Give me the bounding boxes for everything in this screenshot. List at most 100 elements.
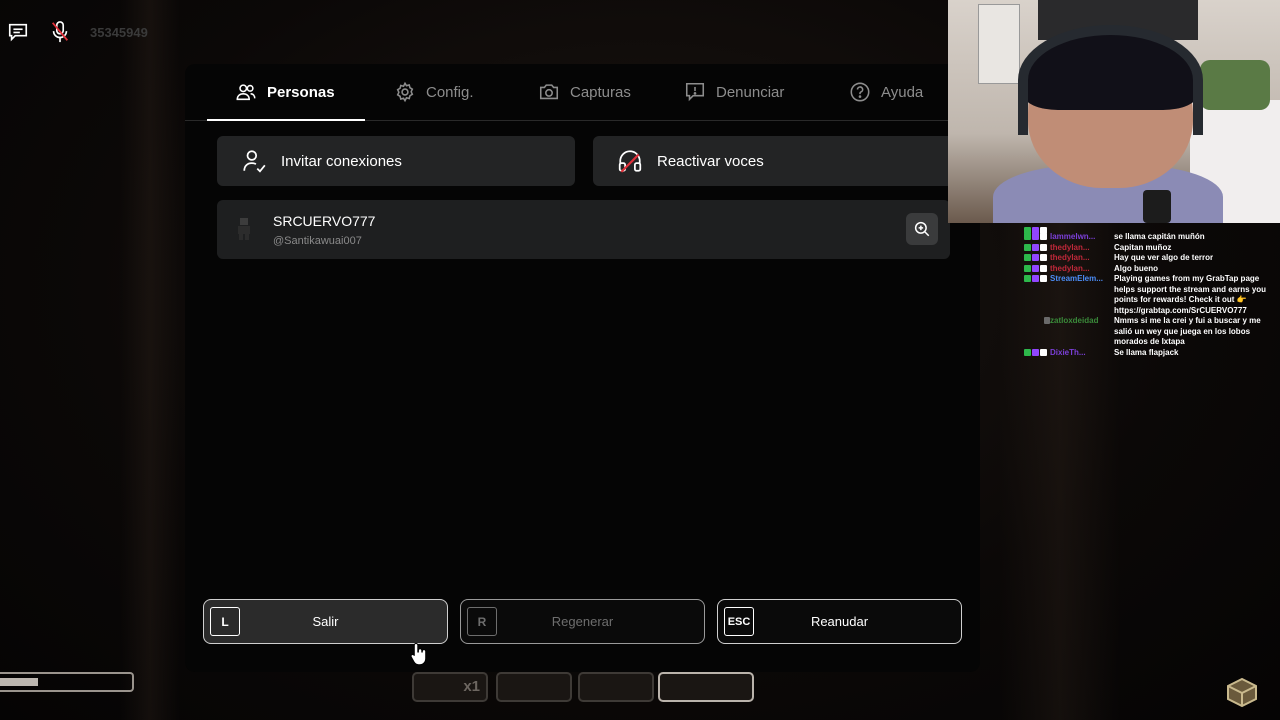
chat-text: se llama capitán muñón: [1114, 232, 1205, 241]
background-stripe: [120, 0, 180, 720]
chat-badge-icon: [1032, 264, 1039, 272]
chat-badge-icon: [1040, 243, 1047, 251]
chat-username: thedylan...: [1050, 263, 1090, 273]
headphones-muted-icon: [617, 148, 643, 174]
mic-muted-icon: [51, 21, 69, 43]
escape-menu: Personas Config. Capturas Denunciar Ayud…: [185, 64, 980, 672]
chat-message: lammelwn... se llama capitán muñón: [1024, 232, 1280, 243]
reset-label: Regenerar: [551, 614, 614, 629]
chat-badge-icon: [1024, 243, 1031, 251]
chat-text: Nmms si me la crei y fui a buscar y me s…: [1114, 316, 1261, 346]
chat-username: lammelwn...: [1050, 232, 1096, 241]
tab-personas[interactable]: Personas: [207, 64, 364, 121]
chat-username: thedylan...: [1050, 242, 1090, 252]
chat-message: thedylan... Capitan muñoz: [1024, 243, 1280, 254]
chat-text: Algo bueno: [1114, 263, 1158, 273]
chat-username: thedylan...: [1050, 253, 1090, 262]
chat-icon: [8, 23, 28, 42]
tab-capturas[interactable]: Capturas: [538, 64, 631, 120]
chat-text: Se llama flapjack: [1114, 347, 1179, 357]
chat-badges: [1024, 232, 1050, 243]
chat-text: Capitan muñoz: [1114, 242, 1172, 252]
chat-badge-icon: [1040, 275, 1047, 282]
chat-badges: [1024, 243, 1050, 254]
cube-icon: [1227, 677, 1257, 708]
tab-label: Denunciar: [716, 83, 785, 101]
hotbar-slot-selected[interactable]: [658, 672, 754, 702]
leave-button[interactable]: L Salir: [203, 599, 448, 644]
chat-badge-icon: [1024, 264, 1031, 272]
person-row[interactable]: SRCUERVO777 @Santikawuai007: [217, 200, 950, 259]
inspect-button[interactable]: [906, 213, 938, 245]
reactivate-voices-label: Reactivar voces: [657, 152, 764, 170]
camera-icon: [539, 84, 559, 100]
chat-button[interactable]: [0, 14, 36, 50]
invite-connections-button[interactable]: Invitar conexiones: [217, 136, 575, 186]
add-person-icon: [241, 148, 267, 174]
tab-label: Config.: [426, 83, 474, 101]
mic-button[interactable]: [42, 14, 78, 50]
player-id-label: 35345949: [90, 24, 148, 40]
chat-message: DixieTh... Se llama flapjack: [1024, 348, 1280, 359]
menu-tabs: Personas Config. Capturas Denunciar Ayud…: [185, 64, 980, 121]
health-bar: [0, 672, 134, 692]
chat-badge-icon: [1040, 348, 1047, 356]
chat-username: zatloxdeidad: [1050, 316, 1099, 325]
chat-text: Hay que ver algo de terror: [1114, 253, 1214, 262]
key-hint: R: [467, 607, 497, 636]
tab-label: Ayuda: [881, 83, 924, 101]
report-icon: [685, 82, 705, 102]
chat-badges: [1024, 316, 1050, 348]
chat-badge-icon: [1040, 264, 1047, 272]
person-username: @Santikawuai007: [273, 235, 362, 247]
chat-badge-icon: [1032, 348, 1039, 356]
chat-badge-icon: [1024, 275, 1031, 282]
zoom-in-icon: [914, 221, 930, 237]
chat-badges: [1024, 264, 1050, 275]
tab-config[interactable]: Config.: [394, 64, 474, 120]
chat-badges: [1024, 253, 1050, 264]
hotbar-slot[interactable]: x1: [412, 672, 488, 702]
chat-badge-icon: [1032, 243, 1039, 251]
tab-ayuda[interactable]: Ayuda: [849, 64, 923, 120]
resume-label: Reanudar: [810, 614, 869, 629]
tab-denunciar[interactable]: Denunciar: [684, 64, 784, 120]
person-display-name: SRCUERVO777: [273, 213, 376, 229]
gear-icon: [396, 81, 414, 103]
wall-poster: [978, 4, 1020, 84]
chat-badge-icon: [1024, 348, 1031, 356]
microphone: [1143, 190, 1171, 223]
chat-badges: [1024, 274, 1050, 316]
chat-badge-icon: [1024, 254, 1031, 261]
figurines: [1200, 60, 1270, 110]
chat-text: Playing games from my GrabTap page helps…: [1114, 274, 1267, 315]
reset-button[interactable]: R Regenerar: [460, 599, 705, 644]
chat-message: StreamElem... Playing games from my GrabT…: [1024, 274, 1280, 316]
top-hud: 35345949: [0, 14, 148, 50]
chat-username: DixieTh...: [1050, 347, 1086, 357]
chat-message: thedylan... Algo bueno: [1024, 264, 1280, 275]
tab-label: Personas: [267, 83, 335, 101]
chat-message: thedylan... Hay que ver algo de terror: [1024, 253, 1280, 264]
help-icon: [850, 82, 870, 102]
headset: [1018, 25, 1203, 135]
hotbar-slot[interactable]: [578, 672, 654, 702]
health-fill: [0, 678, 38, 686]
leave-label: Salir: [312, 614, 339, 629]
chat-message: zatloxdeidad Nmms si me la crei y fui a b…: [1024, 316, 1280, 348]
tab-label: Capturas: [570, 83, 631, 101]
reactivate-voices-button[interactable]: Reactivar voces: [593, 136, 965, 186]
webcam-overlay: [948, 0, 1280, 223]
resume-button[interactable]: ESC Reanudar: [717, 599, 962, 644]
stream-chat: lammelwn... se llama capitán muñón thedyla…: [1024, 226, 1280, 358]
key-hint: ESC: [724, 607, 754, 636]
chat-badge-icon: [1032, 254, 1039, 261]
hand-cursor-icon: [410, 642, 427, 666]
key-hint: L: [210, 607, 240, 636]
chat-badge-icon: [1032, 275, 1039, 282]
hotbar-slot[interactable]: [496, 672, 572, 702]
chat-badges: [1024, 348, 1050, 359]
chat-badge-icon: [1032, 233, 1039, 240]
chat-username: StreamElem...: [1050, 274, 1103, 283]
chat-badge-icon: [1040, 233, 1047, 240]
